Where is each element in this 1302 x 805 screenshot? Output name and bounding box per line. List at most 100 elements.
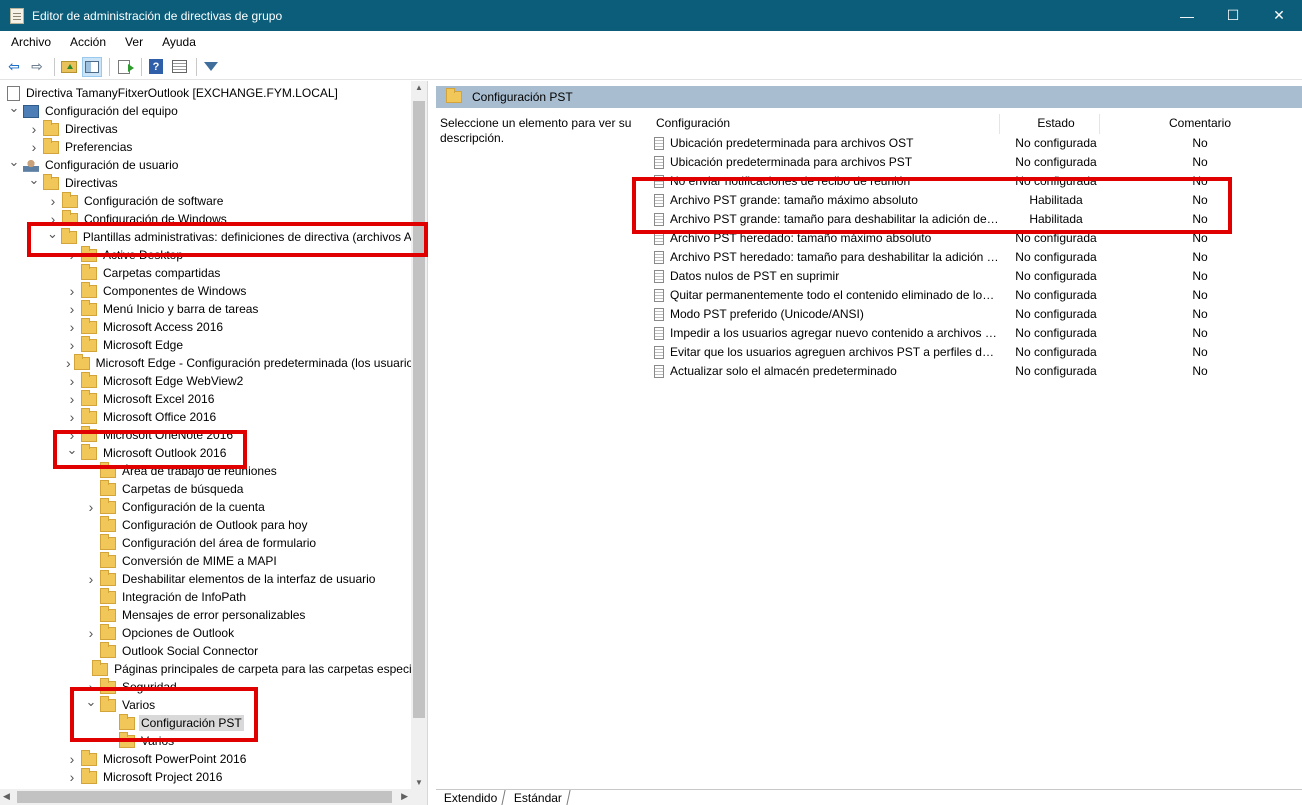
setting-row[interactable]: Ubicación predeterminada para archivos P… bbox=[650, 153, 1302, 172]
help-button[interactable]: ? bbox=[146, 57, 166, 77]
minimize-button[interactable]: — bbox=[1164, 0, 1210, 31]
column-header-comment[interactable]: Comentario bbox=[1150, 112, 1250, 134]
tree-item[interactable]: › Microsoft Edge bbox=[66, 335, 427, 354]
tree-item[interactable]: › Microsoft Edge - Configuración predeter… bbox=[66, 353, 427, 372]
tree-item[interactable]: › Microsoft Access 2016 bbox=[66, 317, 427, 336]
tree-item-label: Preferencias bbox=[65, 140, 133, 154]
tree-item[interactable]: Configuración de Outlook para hoy bbox=[85, 515, 427, 534]
collapse-chevron-icon[interactable]: ⌄ bbox=[8, 100, 20, 116]
show-hide-tree-button[interactable] bbox=[82, 56, 102, 77]
tree-item[interactable]: Mensajes de error personalizables bbox=[85, 605, 427, 624]
tree-item[interactable]: Carpetas de búsqueda bbox=[85, 479, 427, 498]
collapse-chevron-icon[interactable]: ⌄ bbox=[28, 172, 40, 188]
scroll-up-arrow-icon[interactable]: ▲ bbox=[411, 83, 427, 92]
expand-chevron-icon[interactable]: › bbox=[66, 751, 78, 767]
setting-row[interactable]: Quitar permanentemente todo el contenido… bbox=[650, 286, 1302, 305]
tree-item[interactable]: ⌄ Configuración de usuario bbox=[8, 154, 420, 174]
expand-chevron-icon[interactable]: › bbox=[28, 139, 40, 155]
setting-row[interactable]: Ubicación predeterminada para archivos O… bbox=[650, 134, 1302, 153]
expand-chevron-icon[interactable]: › bbox=[66, 391, 78, 407]
tree-item[interactable]: Conversión de MIME a MAPI bbox=[85, 551, 427, 570]
tree-item[interactable]: Carpetas compartidas bbox=[66, 263, 427, 282]
menu-ver[interactable]: Ver bbox=[114, 35, 151, 49]
tree-item[interactable]: Outlook Social Connector bbox=[85, 641, 427, 660]
tree-item-label: Microsoft Excel 2016 bbox=[103, 392, 215, 406]
tree-item[interactable]: › Microsoft PowerPoint 2016 bbox=[66, 749, 427, 768]
properties-button[interactable] bbox=[169, 57, 189, 77]
export-list-button[interactable] bbox=[114, 57, 134, 77]
tree-item[interactable]: Integración de InfoPath bbox=[85, 587, 427, 606]
tree-item[interactable]: ⌄ Configuración del equipo bbox=[8, 100, 420, 120]
tree-item-label: Configuración del área de formulario bbox=[122, 536, 317, 550]
tree-item[interactable]: › Configuración de software bbox=[47, 191, 427, 210]
tree-item[interactable]: › Microsoft Edge WebView2 bbox=[66, 371, 427, 390]
tree-item[interactable]: › Componentes de Windows bbox=[66, 281, 427, 300]
forward-arrow-icon[interactable]: ⇨ bbox=[27, 57, 47, 77]
up-one-level-button[interactable] bbox=[59, 57, 79, 77]
menu-accion[interactable]: Acción bbox=[59, 35, 114, 49]
column-divider[interactable] bbox=[1099, 114, 1100, 134]
expand-chevron-icon[interactable]: › bbox=[85, 625, 97, 641]
expand-chevron-icon[interactable]: › bbox=[66, 769, 78, 785]
tree-item[interactable]: › Microsoft Excel 2016 bbox=[66, 389, 427, 408]
expand-chevron-icon[interactable]: › bbox=[85, 499, 97, 515]
tree-item[interactable]: › Configuración de la cuenta bbox=[85, 497, 427, 516]
expand-chevron-icon[interactable]: › bbox=[66, 283, 78, 299]
tree-item-label: Microsoft Edge - Configuración predeterm… bbox=[95, 356, 427, 370]
tree-item[interactable]: Páginas principales de carpeta para las … bbox=[85, 659, 427, 678]
tree-item-label: Directiva TamanyFitxerOutlook [EXCHANGE.… bbox=[26, 86, 338, 100]
setting-row[interactable]: Datos nulos de PST en suprimir No configu… bbox=[650, 267, 1302, 286]
scroll-left-arrow-icon[interactable]: ◀ bbox=[3, 791, 10, 802]
tree-item[interactable]: › Preferencias bbox=[28, 137, 427, 156]
tree-item[interactable]: › Microsoft Project 2016 bbox=[66, 767, 427, 786]
close-button[interactable]: ✕ bbox=[1256, 0, 1302, 31]
tab-extendido[interactable]: Extendido bbox=[434, 790, 506, 805]
scroll-right-arrow-icon[interactable]: ▶ bbox=[401, 791, 408, 802]
expand-chevron-icon[interactable]: › bbox=[66, 373, 78, 389]
setting-state: No configurada bbox=[1015, 326, 1097, 340]
scroll-thumb[interactable] bbox=[17, 791, 392, 803]
tree-item-label: Microsoft Project 2016 bbox=[103, 770, 223, 784]
folder-icon bbox=[81, 299, 97, 316]
setting-row[interactable]: Actualizar solo el almacén predeterminad… bbox=[650, 362, 1302, 381]
highlight-box-outlook bbox=[53, 430, 247, 469]
expand-chevron-icon[interactable]: › bbox=[66, 301, 78, 317]
menu-archivo[interactable]: Archivo bbox=[0, 35, 59, 49]
tree-item[interactable]: › Directivas bbox=[28, 119, 427, 138]
folder-icon bbox=[100, 479, 116, 496]
tree-vertical-scrollbar[interactable]: ▲ ▼ bbox=[411, 81, 427, 789]
description-text: Seleccione un elemento para ver su descr… bbox=[440, 116, 632, 145]
setting-row[interactable]: Impedir a los usuarios agregar nuevo con… bbox=[650, 324, 1302, 343]
tree-item[interactable]: › Microsoft Office 2016 bbox=[66, 407, 427, 426]
tree-item[interactable]: › Opciones de Outlook bbox=[85, 623, 427, 642]
tab-estandar[interactable]: Estándar bbox=[504, 790, 572, 805]
filter-button[interactable] bbox=[201, 57, 221, 77]
expand-chevron-icon[interactable]: › bbox=[66, 355, 71, 371]
tree-item[interactable]: › Deshabilitar elementos de la interfaz d… bbox=[85, 569, 427, 588]
tree-root[interactable]: Directiva TamanyFitxerOutlook [EXCHANGE.… bbox=[4, 84, 416, 102]
collapse-chevron-icon[interactable]: ⌄ bbox=[8, 154, 20, 170]
expand-chevron-icon[interactable]: › bbox=[66, 409, 78, 425]
expand-chevron-icon[interactable]: › bbox=[85, 571, 97, 587]
column-header-setting[interactable]: Configuración bbox=[656, 112, 996, 134]
back-arrow-icon[interactable]: ⇦ bbox=[4, 57, 24, 77]
tree-item[interactable]: › Menú Inicio y barra de tareas bbox=[66, 299, 427, 318]
tree-item[interactable]: ⌄ Directivas bbox=[28, 172, 427, 192]
tree-horizontal-scrollbar[interactable]: ◀ ▶ bbox=[0, 789, 427, 805]
expand-chevron-icon[interactable]: › bbox=[47, 193, 59, 209]
scroll-thumb[interactable] bbox=[413, 101, 425, 718]
maximize-button[interactable]: ☐ bbox=[1210, 0, 1256, 31]
expand-chevron-icon[interactable]: › bbox=[66, 319, 78, 335]
menu-ayuda[interactable]: Ayuda bbox=[151, 35, 204, 49]
setting-row[interactable]: Modo PST preferido (Unicode/ANSI) No conf… bbox=[650, 305, 1302, 324]
scroll-down-arrow-icon[interactable]: ▼ bbox=[411, 778, 427, 787]
tree-item[interactable]: Configuración del área de formulario bbox=[85, 533, 427, 552]
folder-icon bbox=[100, 569, 116, 586]
expand-chevron-icon[interactable]: › bbox=[28, 121, 40, 137]
setting-row[interactable]: Evitar que los usuarios agreguen archivo… bbox=[650, 343, 1302, 362]
setting-row[interactable]: Archivo PST heredado: tamaño para deshab… bbox=[650, 248, 1302, 267]
expand-chevron-icon[interactable]: › bbox=[66, 337, 78, 353]
column-header-state[interactable]: Estado bbox=[1006, 112, 1106, 134]
column-divider[interactable] bbox=[999, 114, 1000, 134]
tree-item-label: Directivas bbox=[65, 176, 118, 190]
